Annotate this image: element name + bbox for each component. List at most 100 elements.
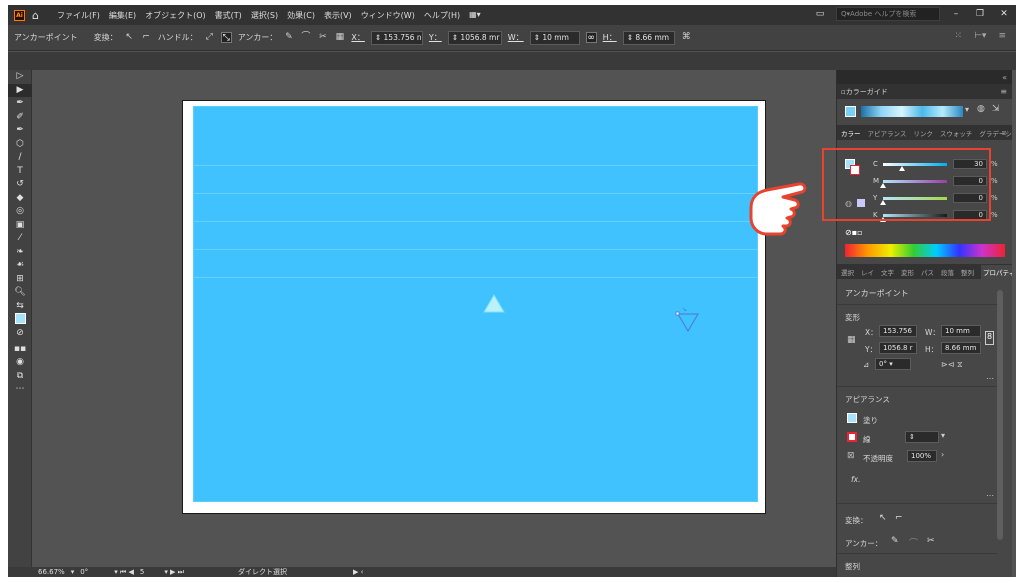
zoom-tool-icon[interactable]: 🔍︎ [8,286,32,300]
menu-help[interactable]: ヘルプ(H) [424,10,460,21]
color-spectrum[interactable] [845,244,1005,257]
artboard-tool-icon[interactable]: ⊞ [8,273,32,287]
symbol-sprayer-tool-icon[interactable]: ☙ [8,259,32,273]
harmony-dropdown-icon[interactable]: ▾ [965,105,969,114]
save-group-icon[interactable]: ⇲ [992,104,1000,114]
stroke-weight-dropdown-icon[interactable]: ▾ [941,431,945,440]
prop-fill-swatch[interactable] [847,413,857,423]
h-field[interactable]: ⇕ 8.66 mm [622,30,675,45]
show-handles-icon[interactable]: ⤢ [204,32,215,43]
w-field[interactable]: ⇕ 10 mm [529,30,580,45]
prop-connect-anchor-icon[interactable]: ⌒ [909,536,918,549]
draw-mode-icon[interactable]: ◉ [8,356,32,370]
prop-w-field[interactable]: 10 mm [941,325,981,337]
opacity-icon[interactable]: ⊠ [847,451,855,461]
menu-edit[interactable]: 編集(E) [109,10,136,21]
constrain-proportions-icon[interactable]: 8 [985,331,994,345]
tab-color[interactable]: カラー [841,128,861,138]
add-anchor-tool-icon[interactable]: ✒ [8,124,32,138]
menu-object[interactable]: オブジェクト(O) [145,10,206,21]
connect-anchor-icon[interactable]: ⌒ [300,32,311,43]
swap-fill-stroke-icon[interactable]: ⇆ [8,300,32,314]
direct-selection-tool-icon[interactable]: ▶ [8,83,32,97]
eraser-tool-icon[interactable]: ◆ [8,192,32,206]
tab-layers[interactable]: レイ [861,267,874,277]
brush-tool-icon[interactable]: ∕ [8,151,32,165]
y-field[interactable]: ⇕ 1056.8 mr [447,30,502,45]
prop-stroke-swatch[interactable] [847,432,857,442]
harmony-swatches[interactable] [861,106,963,117]
gradient-tool-icon[interactable]: ▣ [8,219,32,233]
cut-path-icon[interactable]: ✂ [317,32,328,43]
remove-anchor-icon[interactable]: ✎ [283,32,294,43]
flip-vertical-icon[interactable]: ⧖ [957,360,963,370]
menu-view[interactable]: 表示(V) [324,10,352,21]
shape-tool-icon[interactable]: ⬡ [8,138,32,152]
more-appearance-icon[interactable]: ⋯ [986,491,994,500]
artboard-next-icon[interactable]: ▾ ▶ ⏭ [164,568,184,577]
isolate-icon[interactable]: ⌘ [681,32,692,43]
fill-stroke-swatch-icon[interactable] [8,313,32,327]
pen-tool-icon[interactable]: ✒ [8,97,32,111]
tab-align[interactable]: 整列 [961,267,974,277]
menu-file[interactable]: ファイル(F) [57,10,100,21]
arrange-documents-icon[interactable]: ▭ [812,9,828,19]
workspace-switcher-icon[interactable]: ▦▾ [469,10,481,21]
anchor-point-handle[interactable] [675,311,680,316]
curvature-tool-icon[interactable]: ✐ [8,111,32,125]
tab-appearance[interactable]: アピアランス [868,128,907,138]
none-white-black-swatches-icon[interactable]: ⊘▪▫ [845,228,863,237]
panel-menu-icon[interactable]: ≡ [998,31,1006,41]
reference-point-icon[interactable]: ▦ [334,32,345,43]
current-tool-status[interactable]: ダイレクト選択 [238,567,287,577]
minimize-icon[interactable]: – [948,9,964,19]
rotate-tool-icon[interactable]: ↺ [8,178,32,192]
artboard-nav-icon[interactable]: ▾ ⏮ ◀ [114,568,134,577]
tab-swatches[interactable]: スウォッチ [940,128,973,138]
zoom-dropdown-icon[interactable]: ▾ [71,568,75,576]
collapse-icon[interactable]: « [1002,73,1007,82]
align-icon[interactable]: ⊢▾ [974,31,986,41]
effects-label[interactable]: fx. [851,475,860,484]
selection-tool-icon[interactable]: ▷ [8,70,32,84]
tab-gradient[interactable]: グラデーション [979,128,1012,138]
color-guide-menu-icon[interactable]: ≡ [1000,87,1007,96]
prop-remove-anchor-icon[interactable]: ✎ [891,536,899,546]
shape-builder-tool-icon[interactable]: ◎ [8,205,32,219]
menu-window[interactable]: ウィンドウ(W) [361,10,415,21]
help-search-input[interactable]: Q▾ Adobe ヘルプを検索 [836,7,940,21]
tab-links[interactable]: リンク [913,128,933,138]
prop-cut-path-icon[interactable]: ✂ [927,536,935,546]
home-icon[interactable]: ⌂ [32,9,39,22]
dock-collapse-bar[interactable]: « [837,70,1012,84]
artboard-number[interactable]: 5 [140,568,144,576]
tab-transform[interactable]: 変形 [901,267,914,277]
prop-y-field[interactable]: 1056.8 r [879,342,917,354]
status-arrows-icon[interactable]: ▶ ‹ [353,568,363,576]
tab-properties[interactable]: プロパティ [981,264,1012,279]
prop-convert-corner-icon[interactable]: ↖ [879,513,887,523]
type-tool-icon[interactable]: T [8,165,32,179]
menu-type[interactable]: 書式(T) [215,10,242,21]
prop-x-field[interactable]: 153.756 [879,325,917,337]
restore-icon[interactable]: ❐ [972,9,988,19]
color-mode-icon[interactable]: ▪▪ [8,343,32,357]
x-field[interactable]: ⇕ 153.756 n [370,30,423,45]
zoom-level[interactable]: 66.67% [38,568,65,576]
color-wheel-icon[interactable]: ◍ [977,104,985,114]
menu-select[interactable]: 選択(S) [251,10,278,21]
opacity-field[interactable]: 100% [907,450,937,462]
more-transform-icon[interactable]: ⋯ [986,374,994,383]
triangle-shape[interactable] [483,294,505,313]
eyedropper-tool-icon[interactable]: ⁄ [8,232,32,246]
tab-character[interactable]: 文字 [881,267,894,277]
none-swatch-icon[interactable]: ⊘ [8,327,32,343]
color-panel-menu-icon[interactable]: ≡ [1002,129,1007,137]
convert-smooth-icon[interactable]: ⌐ [141,32,152,43]
prop-convert-smooth-icon[interactable]: ⌐ [895,513,903,523]
tab-paragraph[interactable]: 段落 [941,267,954,277]
blue-background-rectangle[interactable]: ↘ [193,106,758,502]
angle-field[interactable]: 0° ▾ [875,358,911,370]
selected-triangle-path[interactable] [677,313,699,332]
arrange-icon[interactable]: ⁙ [955,31,963,41]
